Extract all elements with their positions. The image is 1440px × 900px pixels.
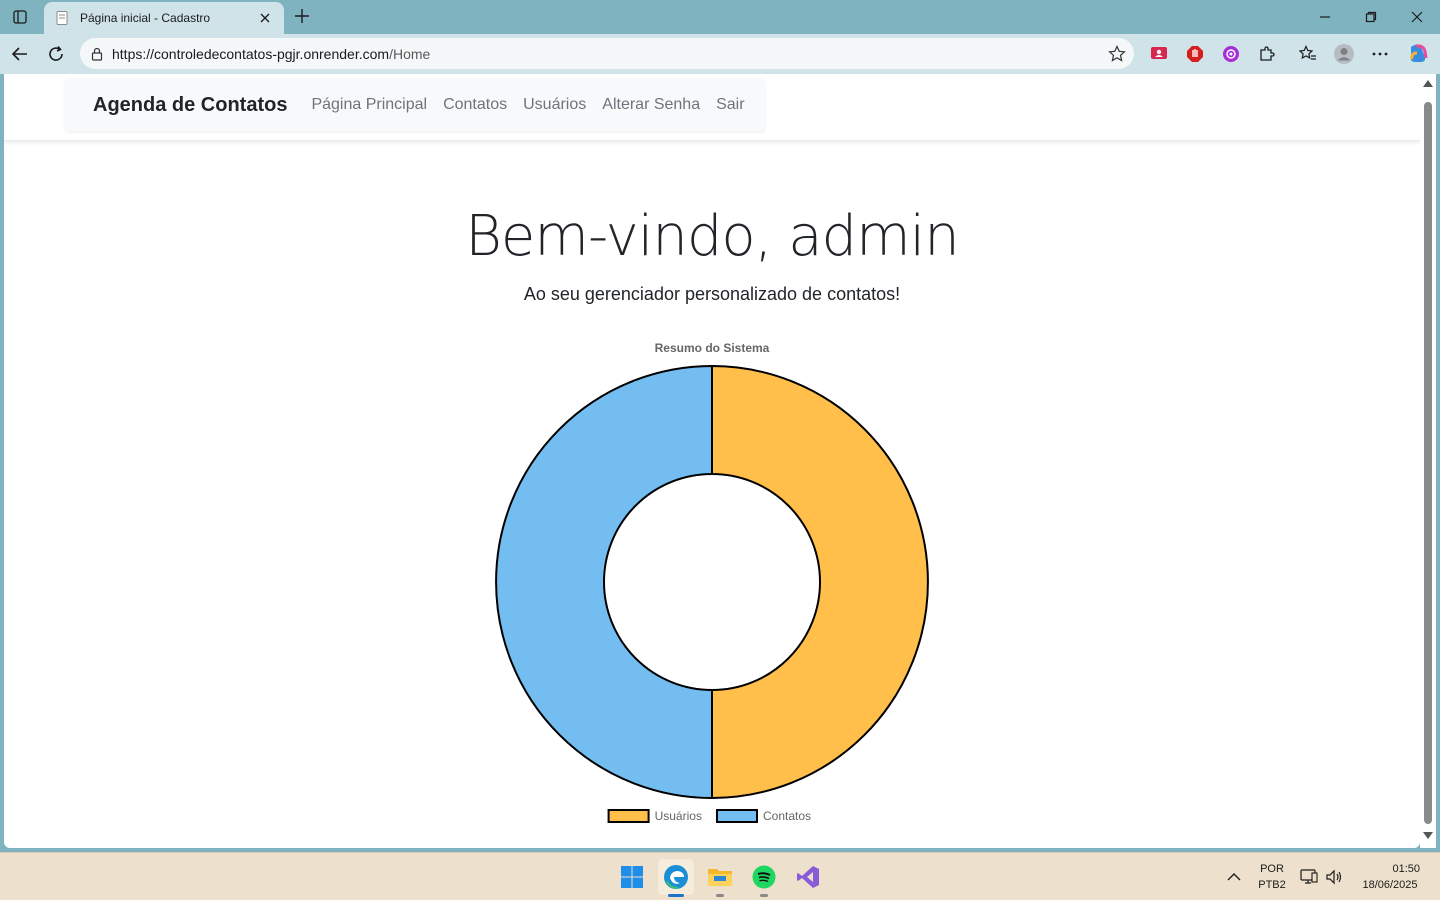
keyboard-layout: PTB2 [1258,879,1286,891]
restore-icon [1365,11,1377,23]
chart-slice-usuários[interactable] [711,364,929,800]
legend-label: Contatos [763,809,811,823]
arrow-left-icon [11,47,27,61]
address-bar[interactable]: https://controledecontatos-pgjr.onrender… [80,38,1134,69]
close-icon [1411,11,1423,23]
language-code: POR [1260,863,1284,875]
taskbar-spotify[interactable] [746,859,782,897]
volume-icon[interactable] [1325,868,1343,886]
legend-label: Usuários [655,809,702,823]
copilot-icon[interactable] [1406,42,1430,66]
spotify-icon [752,865,776,889]
nav-usuarios[interactable]: Usuários [523,96,586,114]
browser-toolbar: https://controledecontatos-pgjr.onrender… [0,34,1440,74]
nav-alterar-senha[interactable]: Alterar Senha [602,96,700,114]
input-language-indicator[interactable]: POR PTB2 [1254,861,1290,893]
browser-tab-active[interactable]: Página inicial - Cadastro [44,2,284,34]
edge-browser-icon [664,865,688,889]
scroll-thumb[interactable] [1424,102,1432,824]
taskbar-edge[interactable] [658,859,694,897]
new-tab-button[interactable] [290,5,314,27]
legend-swatch [607,809,650,823]
welcome-subtitle: Ao seu gerenciador personalizado de cont… [523,284,901,304]
system-summary-chart: Resumo do Sistema Usuários Contatos [495,341,929,823]
close-window-button[interactable] [1394,2,1440,32]
url-text[interactable]: https://controledecontatos-pgjr.onrender… [112,46,430,62]
scroll-down-arrow-icon[interactable] [1423,832,1433,839]
page-viewport: Agenda de Contatos Página Principal Cont… [4,74,1420,848]
extension-bookmark-icon[interactable] [1147,42,1171,66]
site-header: Agenda de Contatos Página Principal Cont… [4,74,1420,141]
url-host: https://controledecontatos-pgjr.onrender… [112,45,390,62]
plus-icon [295,9,309,23]
clock-time: 01:50 [1392,863,1420,875]
page-scrollbar[interactable] [1420,74,1436,848]
tray-overflow-chevron-up-icon[interactable] [1227,872,1241,882]
clock-date: 18/06/2025 [1362,879,1418,891]
extension-purple-icon[interactable] [1219,42,1243,66]
active-app-indicator [668,894,684,897]
taskbar-file-explorer[interactable] [702,859,738,897]
url-path: /Home [389,45,431,62]
extensions-puzzle-icon[interactable] [1255,42,1279,66]
nav-sair[interactable]: Sair [716,96,744,114]
tab-actions-button[interactable] [8,6,32,28]
scroll-up-arrow-icon[interactable] [1423,80,1433,87]
open-app-indicator [716,894,724,897]
site-navbar: Agenda de Contatos Página Principal Cont… [65,79,765,131]
visual-studio-icon [797,866,819,888]
restore-button[interactable] [1348,2,1394,32]
page-favicon-icon [56,11,68,25]
back-button[interactable] [4,38,36,70]
folder-icon [708,869,732,886]
open-app-indicator [760,894,768,897]
welcome-heading: Bem-vindo, admin [465,204,959,269]
system-clock[interactable]: 01:50 18/06/2025 [1352,861,1428,893]
legend-item-contatos[interactable]: Contatos [716,809,811,823]
chart-slice-contatos[interactable] [495,364,713,800]
nav-pagina-principal[interactable]: Página Principal [311,96,427,114]
minimize-button[interactable] [1302,2,1348,32]
windows-logo-icon [621,866,643,888]
tab-actions-icon [13,10,27,24]
legend-item-usuários[interactable]: Usuários [607,809,702,823]
chart-title: Resumo do Sistema [655,341,770,355]
windows-taskbar: POR PTB2 01:50 18/06/2025 [0,852,1440,900]
legend-swatch [716,809,758,823]
lock-icon[interactable] [90,47,104,61]
extension-adblock-icon[interactable] [1183,42,1207,66]
reload-icon [49,45,63,61]
favorites-icon[interactable] [1296,42,1320,66]
reload-button[interactable] [40,38,72,70]
close-icon [260,13,270,23]
profile-avatar-icon[interactable] [1332,42,1356,66]
favorite-star-icon[interactable] [1108,45,1126,63]
more-options-icon[interactable] [1368,42,1392,66]
taskbar-visual-studio[interactable] [790,859,826,895]
tab-title: Página inicial - Cadastro [80,11,211,25]
tab-close-button[interactable] [256,9,274,27]
start-button[interactable] [614,859,650,895]
browser-title-bar: Página inicial - Cadastro [0,0,1440,34]
network-monitor-icon[interactable] [1300,868,1318,886]
nav-contatos[interactable]: Contatos [443,96,507,114]
brand-link[interactable]: Agenda de Contatos [93,94,287,117]
minimize-icon [1320,16,1330,18]
